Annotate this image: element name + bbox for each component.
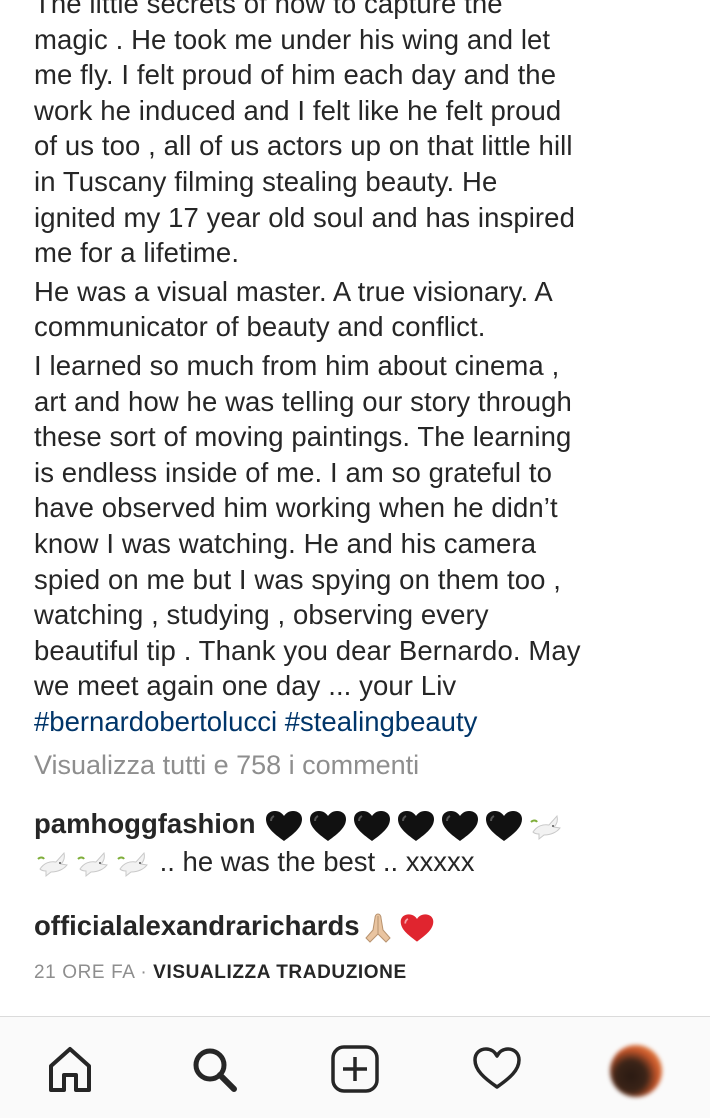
caption-line: spied on me but I was spying on them too… <box>34 563 561 595</box>
hashtag-link[interactable]: #stealingbeauty <box>285 706 478 737</box>
caption-line: I learned so much from him about cinema … <box>34 349 560 381</box>
tab-new-post[interactable] <box>325 1039 385 1099</box>
dove-icon <box>37 852 68 878</box>
caption-line: ignited my 17 year old soul and has insp… <box>34 201 575 233</box>
caption-line: me fly. I felt proud of him each day and… <box>34 59 557 91</box>
red-heart-icon <box>400 914 433 942</box>
black-heart-icon <box>486 810 523 841</box>
dove-icon <box>77 852 108 878</box>
comment-emojis <box>360 910 436 946</box>
add-post-icon <box>331 1045 379 1093</box>
bottom-tab-bar <box>0 1016 710 1118</box>
tab-home[interactable] <box>40 1039 100 1099</box>
search-icon <box>193 1048 237 1092</box>
comment-emojis <box>34 845 152 881</box>
folded-hands-icon <box>364 913 391 943</box>
comment-text: .. he was the best .. xxxxx <box>159 845 475 877</box>
profile-avatar[interactable] <box>610 1045 662 1097</box>
view-translation-link[interactable]: VISUALIZZA TRADUZIONE <box>153 962 407 983</box>
caption-line: in Tuscany filming stealing beauty. He <box>34 165 498 197</box>
black-heart-icon <box>266 810 303 841</box>
black-heart-icon <box>354 810 391 841</box>
comment-emojis <box>263 808 565 844</box>
tab-activity[interactable] <box>467 1039 527 1099</box>
view-all-comments-link[interactable]: Visualizza tutti e 758 i commenti <box>34 747 419 783</box>
caption-line: communicator of beauty and conflict. <box>34 311 486 343</box>
meta-separator: · <box>140 962 148 983</box>
caption-line: is endless inside of me. I am so gratefu… <box>34 456 552 488</box>
caption-line: beautiful tip . Thank you dear Bernardo.… <box>34 634 581 666</box>
caption-line: magic . He took me under his wing and le… <box>34 23 551 55</box>
post-meta: 21 ORE FA · VISUALIZZA TRADUZIONE <box>34 962 407 984</box>
caption-line: have observed him working when he didn’t <box>34 492 558 524</box>
caption-line: art and how he was telling our story thr… <box>34 385 572 417</box>
caption-paragraph-3: I learned so much from him about cinema … <box>34 348 694 704</box>
comment-username[interactable]: pamhoggfashion <box>34 808 256 839</box>
comment-username[interactable]: officialalexandrarichards <box>34 910 360 941</box>
hashtag-link[interactable]: #bernardobertolucci <box>34 706 277 737</box>
black-heart-icon <box>398 810 435 841</box>
caption-line: we meet again one day ... your Liv <box>34 670 457 702</box>
dove-icon <box>530 814 562 840</box>
black-heart-icon <box>310 810 347 841</box>
caption-line: of us too , all of us actors up on that … <box>34 130 573 162</box>
caption-line: watching , studying , observing every <box>34 599 489 631</box>
comment-item: pamhoggfashion .. he was the best .. xxx… <box>34 806 694 881</box>
caption-line: work he induced and I felt like he felt … <box>34 94 562 126</box>
caption-line: The little secrets of how to capture the <box>34 0 503 19</box>
black-heart-icon <box>442 810 479 841</box>
caption-line: these sort of moving paintings. The lear… <box>34 421 572 453</box>
post-timestamp: 21 ORE FA <box>34 962 135 983</box>
caption-line: He was a visual master. A true visionary… <box>34 275 553 307</box>
dove-icon <box>117 852 148 878</box>
post-caption-area: The little secrets of how to capture the… <box>34 0 694 739</box>
caption-hashtags: #bernardobertolucci #stealingbeauty <box>34 704 694 740</box>
home-icon <box>49 1047 91 1092</box>
caption-paragraph-1: The little secrets of how to capture the… <box>34 0 694 271</box>
activity-heart-icon <box>473 1047 521 1089</box>
post-caption: The little secrets of how to capture the… <box>34 0 694 739</box>
tab-search[interactable] <box>184 1039 244 1099</box>
caption-line: know I was watching. He and his camera <box>34 527 537 559</box>
caption-paragraph-2: He was a visual master. A true visionary… <box>34 274 694 345</box>
caption-line: me for a lifetime. <box>34 237 240 269</box>
comment-item: officialalexandrarichards <box>34 908 694 946</box>
